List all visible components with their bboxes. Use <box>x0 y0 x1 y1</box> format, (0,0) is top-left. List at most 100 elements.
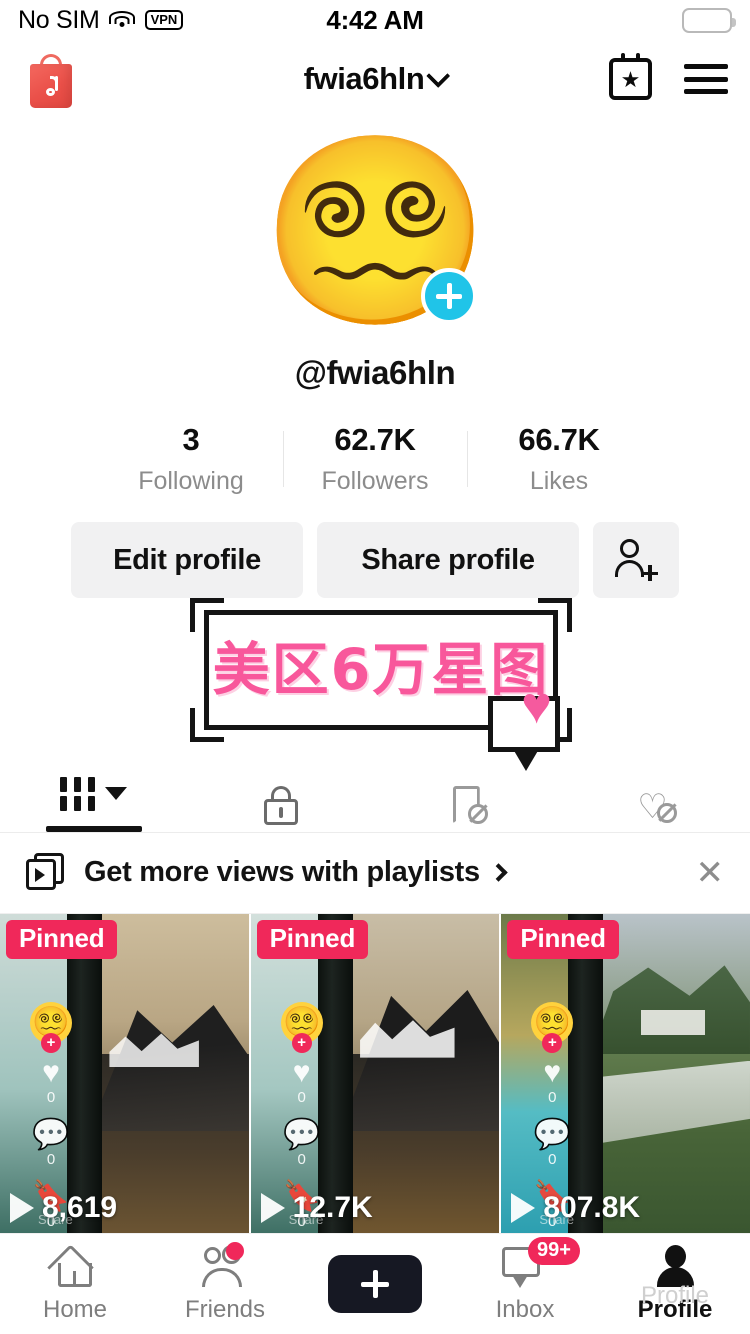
nav-item-inbox[interactable]: 99+ Inbox <box>450 1236 600 1324</box>
view-count: 807.8K <box>543 1191 641 1225</box>
profile-icon <box>654 1244 696 1287</box>
create-plus-icon[interactable] <box>321 1255 429 1314</box>
chevron-right-icon <box>489 863 508 882</box>
view-count-group: 8,619 <box>10 1191 117 1225</box>
stat-value: 66.7K <box>518 422 600 457</box>
close-icon[interactable]: ✕ <box>696 856 725 890</box>
tiktok-profile-screen: No SIM VPN 4:42 AM fwia6hln ★ 😵‍💫 <box>0 0 750 1334</box>
heart-icon: ♥ <box>292 1055 311 1089</box>
chevron-down-icon <box>426 63 451 88</box>
page-title: fwia6hln <box>303 61 425 96</box>
playlist-promo-banner[interactable]: Get more views with playlists ✕ <box>0 833 750 914</box>
heart-hidden-icon: ♡ <box>636 787 678 825</box>
comment-icon: 💬 <box>32 1117 70 1151</box>
profile-actions: Edit profile Share profile <box>71 522 679 598</box>
banner-text: 美区6万星图 <box>212 636 550 703</box>
view-count-group: 12.7K <box>260 1191 373 1225</box>
overlay-comment: 💬 0 <box>533 1117 571 1168</box>
tab-private[interactable] <box>188 760 376 832</box>
status-bar: No SIM VPN 4:42 AM <box>0 0 750 40</box>
add-user-icon <box>614 538 658 582</box>
playlist-promo-text: Get more views with playlists <box>84 856 480 889</box>
overlay-like: ♥ 0 <box>42 1055 60 1106</box>
video-thumbnail[interactable]: Pinned 😵‍💫 + ♥ 0 💬 0 🔖 0 Share 12.7K <box>250 913 500 1234</box>
overlay-like: ♥ 0 <box>292 1055 311 1106</box>
tab-posts[interactable] <box>0 760 188 832</box>
tab-saved[interactable] <box>375 760 563 832</box>
playlist-icon <box>26 852 66 893</box>
overlay-like: ♥ 0 <box>543 1055 562 1106</box>
overlay-comment: 💬 0 <box>282 1117 321 1168</box>
heart-icon: ♥ <box>42 1055 60 1089</box>
inbox-badge: 99+ <box>528 1236 580 1265</box>
app-header: fwia6hln ★ <box>0 40 750 118</box>
video-thumbnail[interactable]: Pinned 😵‍💫 + ♥ 0 💬 0 🔖 0 Share 807.8K <box>501 913 750 1234</box>
hamburger-menu-icon[interactable] <box>684 64 728 94</box>
profile-section: 😵‍💫 @fwia6hln 3 Following 62.7K Follower… <box>0 118 750 598</box>
heart-icon: ♥ <box>543 1055 562 1089</box>
video-thumbnail[interactable]: Pinned 😵‍💫 + ♥ 0 💬 0 🔖 0 Share 8,619 <box>0 913 249 1234</box>
play-icon <box>511 1193 536 1224</box>
play-icon <box>10 1193 34 1224</box>
comment-icon: 💬 <box>282 1117 321 1151</box>
home-icon <box>52 1245 98 1287</box>
tab-liked[interactable]: ♡ <box>563 760 750 832</box>
nav-item-profile[interactable]: Profile Profile <box>600 1244 750 1324</box>
nav-item-home[interactable]: Home <box>0 1245 150 1324</box>
comment-icon: 💬 <box>533 1117 571 1151</box>
view-count: 8,619 <box>42 1191 118 1225</box>
plus-badge-icon[interactable] <box>421 268 477 324</box>
share-profile-button[interactable]: Share profile <box>317 522 579 598</box>
overlay-avatar: 😵‍💫 + <box>30 1001 72 1053</box>
heart-icon: ♥ <box>521 677 552 735</box>
stat-label: Following <box>138 467 244 495</box>
battery-icon <box>682 7 736 33</box>
status-bar-left: No SIM VPN <box>18 5 184 35</box>
nav-label: Friends <box>184 1295 266 1323</box>
tiktok-shop-bag-icon[interactable] <box>22 50 78 108</box>
vpn-badge: VPN <box>144 9 184 31</box>
inbox-icon: 99+ <box>502 1236 580 1288</box>
nav-label: Home <box>42 1295 108 1323</box>
profile-tabs: ♡ <box>0 761 750 833</box>
add-friends-button[interactable] <box>593 522 679 598</box>
active-tab-underline <box>45 825 142 832</box>
profile-bio-banner[interactable]: 美区6万星图 ♥ <box>190 598 572 771</box>
stat-value: 62.7K <box>334 422 416 457</box>
nav-item-create[interactable] <box>300 1255 450 1314</box>
stat-label: Likes <box>529 467 589 495</box>
overlay-comment: 💬 0 <box>32 1117 70 1168</box>
tab-icon-group <box>264 780 299 832</box>
grid-icon <box>60 776 96 811</box>
stat-following[interactable]: 3 Following <box>100 422 283 496</box>
nav-label: Inbox <box>495 1295 555 1323</box>
stat-likes[interactable]: 66.7K Likes <box>468 422 651 496</box>
edit-profile-button[interactable]: Edit profile <box>71 522 303 598</box>
view-count-group: 807.8K <box>511 1191 640 1225</box>
nav-label-ghost: Profile <box>640 1281 710 1309</box>
notification-dot <box>226 1241 244 1260</box>
profile-bio-banner-area: 美区6万星图 ♥ <box>0 594 750 771</box>
overlay-avatar: 😵‍💫 + <box>280 1001 323 1053</box>
pinned-badge: Pinned <box>256 919 369 959</box>
chevron-down-icon <box>105 787 128 800</box>
bottom-navigation: Home Friends 99+ Inbox Profile Profile <box>0 1233 750 1334</box>
status-bar-right <box>682 7 736 33</box>
video-grid: Pinned 😵‍💫 + ♥ 0 💬 0 🔖 0 Share 8,619 Pinned … <box>0 913 750 1234</box>
profile-stats: 3 Following 62.7K Followers 66.7K Likes <box>100 422 651 496</box>
stat-value: 3 <box>182 422 200 457</box>
carrier-label: No SIM <box>18 5 100 34</box>
header-actions: ★ <box>609 53 728 100</box>
profile-handle: @fwia6hln <box>294 354 456 391</box>
lock-icon <box>264 786 299 825</box>
bookmark-hidden-icon <box>451 785 488 826</box>
avatar-wrapper[interactable]: 😵‍💫 <box>275 132 477 332</box>
calendar-star-icon[interactable]: ★ <box>609 53 652 100</box>
wifi-icon <box>109 10 136 30</box>
play-icon <box>260 1193 285 1224</box>
tab-icon-group <box>451 780 488 832</box>
pinned-badge: Pinned <box>6 919 118 959</box>
friends-icon <box>200 1241 250 1287</box>
nav-item-friends[interactable]: Friends <box>150 1241 300 1324</box>
stat-followers[interactable]: 62.7K Followers <box>284 422 467 496</box>
